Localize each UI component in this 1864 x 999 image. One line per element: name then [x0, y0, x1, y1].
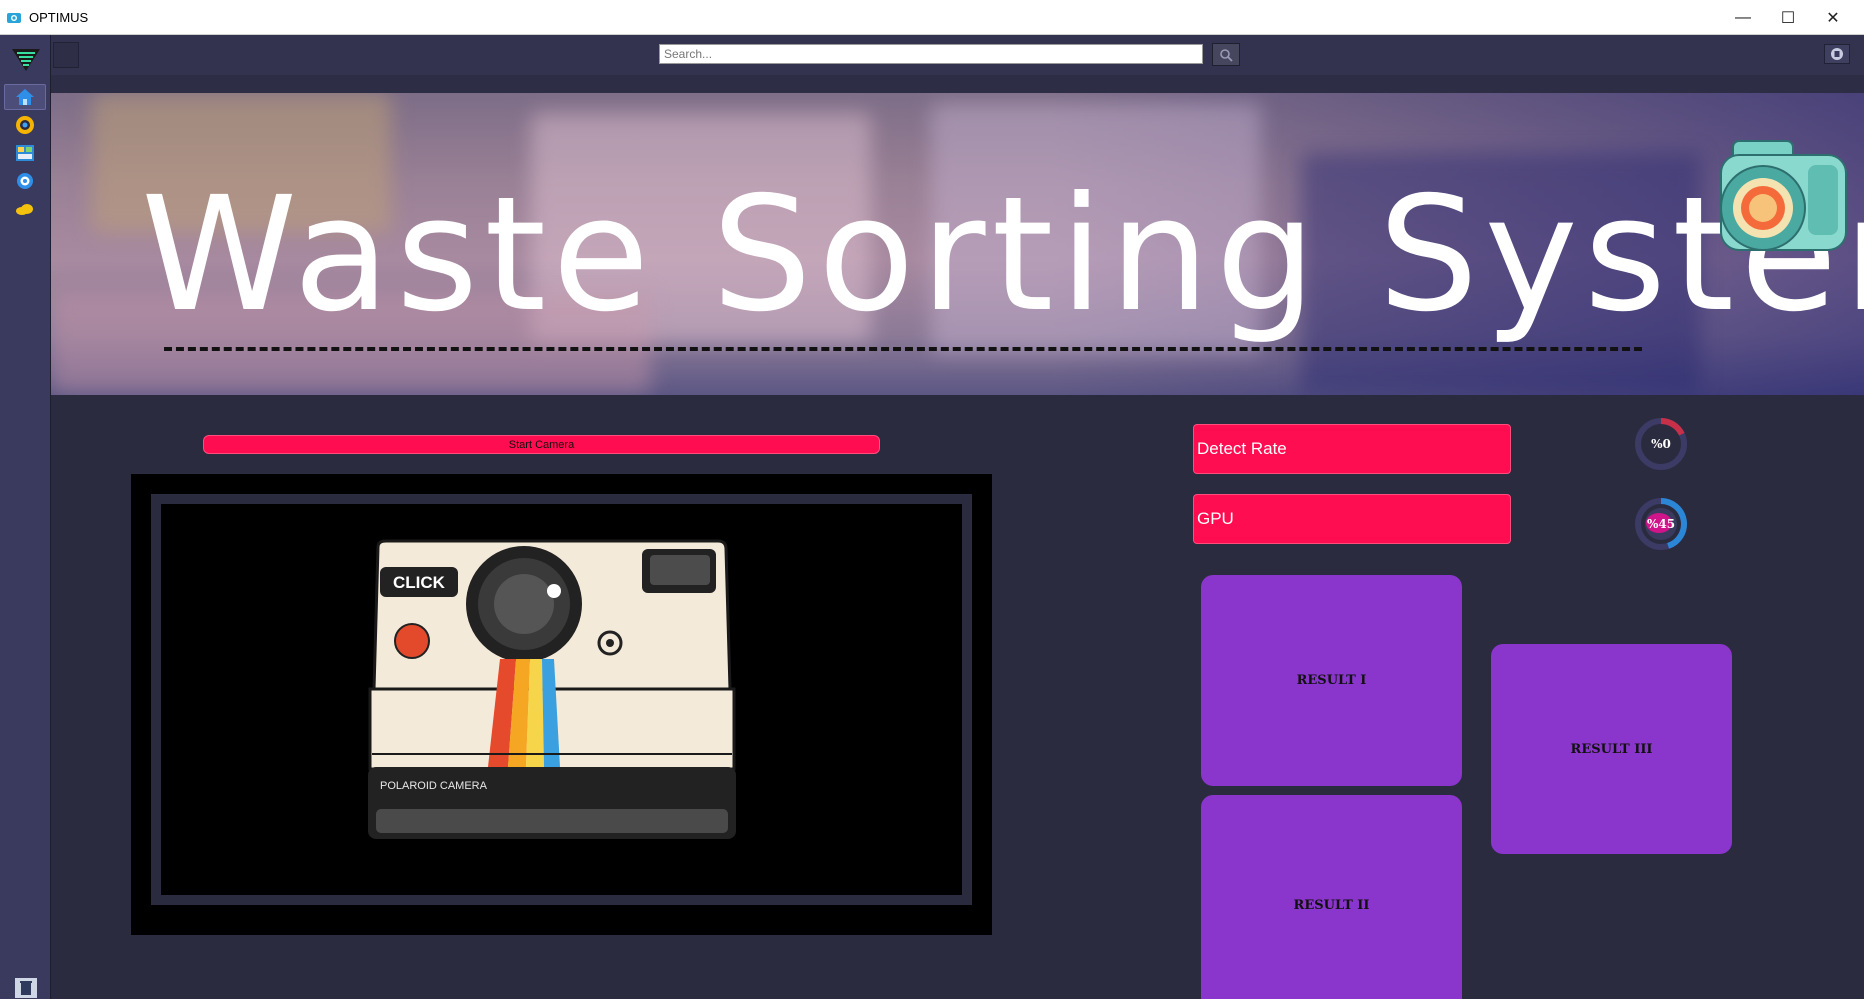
gear-icon — [17, 173, 33, 189]
sidebar-item-settings[interactable] — [4, 168, 46, 194]
search-input[interactable] — [659, 44, 1203, 64]
sidebar — [0, 35, 51, 999]
banner-divider — [164, 347, 1642, 351]
search-icon — [1220, 48, 1233, 62]
banner-title: Waste Sorting System — [141, 163, 1864, 347]
search-button[interactable] — [1212, 43, 1240, 66]
minimize-button[interactable]: — — [1720, 0, 1766, 35]
maximize-button[interactable]: ☐ — [1765, 0, 1811, 35]
home-icon — [16, 89, 34, 105]
toolbar-divider — [51, 75, 1864, 93]
gpu-gauge: %45 — [1631, 494, 1691, 554]
menu-toggle-button[interactable] — [53, 42, 79, 68]
camera-lens-icon — [16, 116, 34, 134]
trash-icon[interactable] — [15, 978, 37, 998]
result-3-panel: RESULT III — [1491, 644, 1732, 854]
gpu-label: GPU — [1193, 494, 1511, 544]
app-logo — [12, 49, 40, 71]
result-2-panel: RESULT II — [1201, 795, 1462, 999]
user-button[interactable] — [1824, 44, 1850, 64]
result-1-panel: RESULT I — [1201, 575, 1462, 786]
polaroid-brand-label: POLAROID CAMERA — [380, 780, 488, 792]
detect-rate-label: Detect Rate — [1193, 424, 1511, 474]
cloud-icon — [16, 204, 33, 215]
top-toolbar — [51, 35, 1864, 75]
banner: Waste Sorting System — [51, 93, 1864, 395]
window-title: OPTIMUS — [29, 10, 89, 25]
camera-illustration — [1720, 140, 1847, 251]
main-content: Start Camera CLICK POLAROID CAMERA Detec… — [51, 395, 1864, 999]
detect-rate-gauge: %0 — [1631, 414, 1691, 474]
sidebar-item-dashboard[interactable] — [4, 140, 46, 166]
close-button[interactable]: ✕ — [1810, 0, 1856, 35]
polaroid-camera-illustration: CLICK POLAROID CAMERA — [368, 539, 736, 839]
sidebar-item-camera[interactable] — [4, 112, 46, 138]
camera-feed: CLICK POLAROID CAMERA — [151, 494, 972, 905]
app-window: OPTIMUS — ☐ ✕ Search... Waste Sorting Sy… — [0, 0, 1864, 999]
sidebar-item-home[interactable] — [4, 84, 46, 110]
dashboard-icon — [16, 145, 34, 161]
app-icon — [7, 13, 21, 23]
sidebar-item-cloud[interactable] — [4, 196, 46, 222]
start-camera-button[interactable]: Start Camera — [203, 435, 880, 454]
user-icon — [1831, 48, 1843, 60]
gpu-value: %45 — [1646, 517, 1676, 531]
camera-view: CLICK POLAROID CAMERA — [131, 474, 992, 935]
title-bar: OPTIMUS — ☐ ✕ — [0, 0, 1864, 35]
detect-rate-value: %0 — [1651, 437, 1671, 451]
polaroid-click-label: CLICK — [393, 573, 446, 592]
